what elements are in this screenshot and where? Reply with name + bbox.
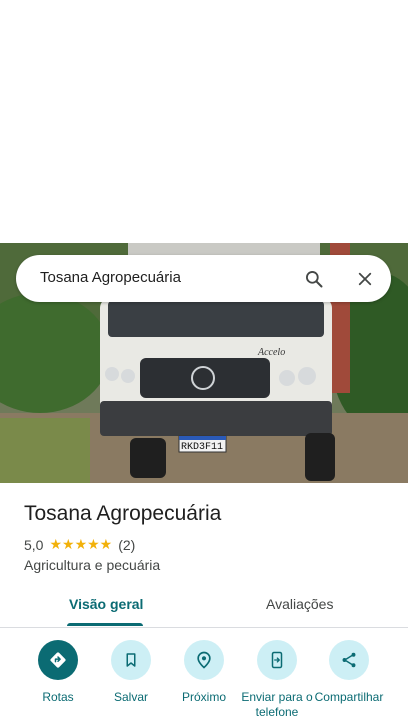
directions-button[interactable]: Rotas bbox=[22, 640, 94, 705]
map-area-blank bbox=[0, 0, 408, 243]
directions-icon bbox=[38, 640, 78, 680]
share-label: Compartilhar bbox=[314, 690, 384, 704]
nearby-button[interactable]: Próximo bbox=[168, 640, 240, 705]
share-button[interactable]: Compartilhar bbox=[313, 640, 385, 705]
search-query[interactable]: Tosana Agropecuária bbox=[40, 269, 181, 286]
send-to-phone-button[interactable]: Enviar para o telefone bbox=[241, 640, 313, 720]
send-to-phone-label: Enviar para o telefone bbox=[241, 690, 313, 719]
star-rating-icon: ★★★★★ bbox=[49, 536, 113, 552]
place-category: Agricultura e pecuária bbox=[24, 557, 161, 573]
close-icon[interactable] bbox=[349, 263, 381, 295]
search-bar[interactable]: Tosana Agropecuária bbox=[16, 255, 391, 302]
search-icon[interactable] bbox=[298, 263, 330, 295]
share-icon bbox=[329, 640, 369, 680]
truck-badge-text: Accelo bbox=[257, 347, 285, 358]
active-tab-indicator bbox=[67, 623, 143, 626]
directions-label: Rotas bbox=[42, 690, 74, 704]
review-count[interactable]: (2) bbox=[118, 537, 135, 553]
tab-overview[interactable]: Visão geral bbox=[69, 596, 143, 612]
place-title: Tosana Agropecuária bbox=[24, 502, 222, 525]
tab-reviews[interactable]: Avaliações bbox=[266, 596, 333, 612]
action-bar: Rotas Salvar Próximo Enviar para o telef… bbox=[0, 640, 408, 726]
bookmark-icon bbox=[111, 640, 151, 680]
nearby-label: Próximo bbox=[181, 690, 226, 704]
place-tabs: Visão geral Avaliações bbox=[0, 586, 408, 628]
plate-text: RKD3F11 bbox=[181, 442, 223, 453]
send-to-phone-icon bbox=[257, 640, 297, 680]
rating-value: 5,0 bbox=[24, 536, 44, 553]
nearby-pin-icon bbox=[184, 640, 224, 680]
rating-row[interactable]: 5,0 ★★★★★ (2) bbox=[24, 536, 135, 553]
save-label: Salvar bbox=[113, 690, 148, 704]
save-button[interactable]: Salvar bbox=[95, 640, 167, 705]
